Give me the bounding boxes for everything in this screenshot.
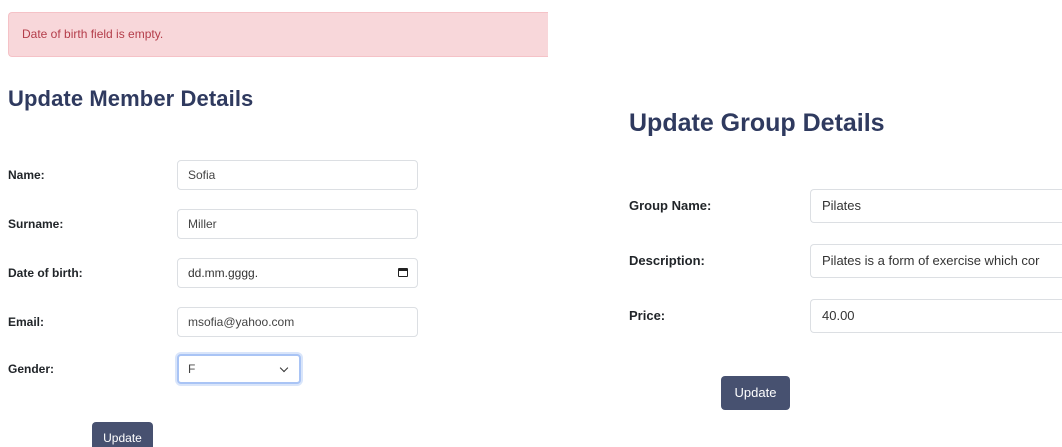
date-of-birth-input[interactable]: dd.mm.gggg. <box>177 258 418 288</box>
group-name-input[interactable]: Pilates <box>810 189 1062 223</box>
surname-label: Surname: <box>8 217 64 231</box>
gender-select-value: F <box>188 362 196 376</box>
price-input[interactable]: 40.00 <box>810 299 1062 333</box>
gender-row: Gender: F <box>8 354 428 384</box>
email-input-value: msofia@yahoo.com <box>188 315 295 329</box>
group-name-label: Group Name: <box>629 198 712 213</box>
email-input[interactable]: msofia@yahoo.com <box>177 307 418 337</box>
name-label: Name: <box>8 168 45 182</box>
surname-input[interactable]: Miller <box>177 209 418 239</box>
chevron-down-icon <box>279 363 289 373</box>
price-label: Price: <box>629 308 666 323</box>
date-of-birth-row: Date of birth: dd.mm.gggg. <box>8 258 428 288</box>
description-label: Description: <box>629 253 705 268</box>
email-label: Email: <box>8 315 45 329</box>
member-panel: Date of birth field is empty. Update Mem… <box>0 0 548 447</box>
surname-input-value: Miller <box>188 217 217 231</box>
member-update-button[interactable]: Update <box>92 422 153 447</box>
group-page-title: Update Group Details <box>629 109 885 137</box>
group-update-button[interactable]: Update <box>721 376 790 410</box>
description-row: Description: Pilates is a form of exerci… <box>629 244 1062 278</box>
gender-label: Gender: <box>8 362 55 376</box>
name-input-value: Sofia <box>188 168 216 182</box>
name-input[interactable]: Sofia <box>177 160 418 190</box>
date-of-birth-label: Date of birth: <box>8 266 83 280</box>
error-alert-text: Date of birth field is empty. <box>22 27 164 41</box>
page: Date of birth field is empty. Update Mem… <box>0 0 1062 447</box>
email-row: Email: msofia@yahoo.com <box>8 307 428 337</box>
error-alert: Date of birth field is empty. <box>8 12 548 57</box>
group-name-input-value: Pilates <box>822 198 862 213</box>
gender-select[interactable]: F <box>177 354 301 384</box>
group-panel: Update Group Details Group Name: Pilates… <box>548 0 1062 447</box>
description-input-value: Pilates is a form of exercise which cor <box>822 253 1040 268</box>
group-name-row: Group Name: Pilates <box>629 189 1062 223</box>
price-input-value: 40.00 <box>822 308 855 323</box>
price-row: Price: 40.00 <box>629 299 1062 333</box>
member-page-title: Update Member Details <box>8 86 254 111</box>
date-of-birth-placeholder: dd.mm.gggg. <box>188 266 259 280</box>
description-input[interactable]: Pilates is a form of exercise which cor <box>810 244 1062 278</box>
calendar-icon[interactable] <box>398 268 408 277</box>
surname-row: Surname: Miller <box>8 209 428 239</box>
name-row: Name: Sofia <box>8 160 428 190</box>
